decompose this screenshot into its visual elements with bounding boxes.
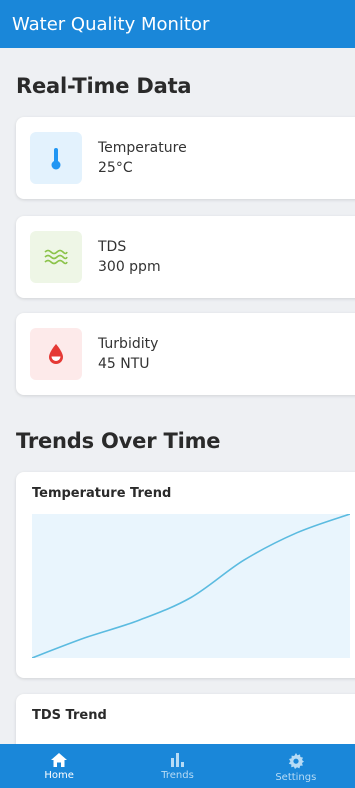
temperature-trend-chart <box>31 513 351 659</box>
metric-value: 45 NTU <box>98 356 150 372</box>
metric-label: Temperature <box>98 140 187 156</box>
nav-item-trends[interactable]: Trends <box>118 744 236 788</box>
section-title-trends: Trends Over Time <box>16 429 221 453</box>
metric-card-turbidity[interactable]: Turbidity 45 NTU <box>16 313 355 395</box>
chart-title: Temperature Trend <box>32 486 172 501</box>
nav-label: Home <box>44 770 74 781</box>
metric-value: 300 ppm <box>98 259 161 275</box>
metric-value: 25°C <box>98 160 133 176</box>
metric-label: TDS <box>98 239 127 255</box>
app-title: Water Quality Monitor <box>12 13 210 35</box>
nav-label: Trends <box>161 770 194 781</box>
chart-plot-area <box>31 513 351 659</box>
temperature-trend-line <box>31 513 351 659</box>
home-icon <box>51 753 68 767</box>
chart-title: TDS Trend <box>32 708 107 723</box>
nav-item-home[interactable]: Home <box>0 744 118 788</box>
app-bar: Water Quality Monitor <box>0 0 355 48</box>
thermometer-icon <box>30 132 82 184</box>
metric-label: Turbidity <box>98 336 159 352</box>
nav-item-settings[interactable]: Settings <box>237 744 355 788</box>
nav-label: Settings <box>275 772 317 783</box>
main-content[interactable]: Real-Time Data Temperature 25°C TDS 300 … <box>0 48 355 744</box>
gear-icon <box>288 753 304 769</box>
bar-chart-icon <box>171 753 185 767</box>
metric-card-temperature[interactable]: Temperature 25°C <box>16 117 355 199</box>
waves-icon <box>30 231 82 283</box>
bottom-navigation: Home Trends Settings <box>0 744 355 788</box>
metric-card-tds[interactable]: TDS 300 ppm <box>16 216 355 298</box>
chart-card-temperature[interactable]: Temperature Trend <box>16 472 355 678</box>
water-drop-icon <box>30 328 82 380</box>
chart-card-tds[interactable]: TDS Trend <box>16 694 355 744</box>
section-title-realtime: Real-Time Data <box>16 74 192 98</box>
